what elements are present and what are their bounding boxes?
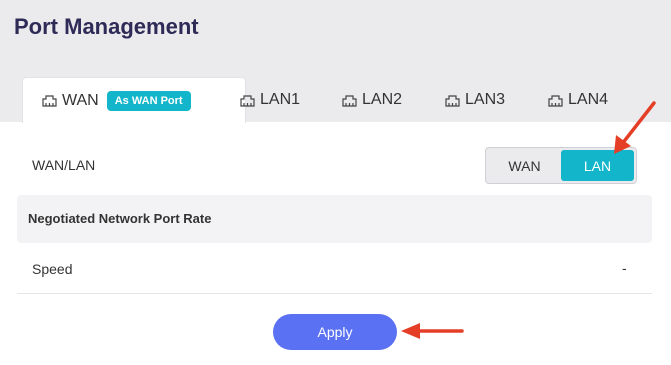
tab-label: LAN3	[465, 91, 506, 108]
tab-label: WAN	[62, 91, 99, 109]
apply-button[interactable]: Apply	[273, 314, 397, 350]
speed-label: Speed	[32, 261, 73, 277]
rate-section-title: Negotiated Network Port Rate	[28, 211, 212, 226]
ethernet-port-icon	[42, 95, 57, 107]
tab-label: LAN4	[568, 91, 609, 108]
wan-port-badge: As WAN Port	[106, 90, 191, 111]
tab-lan2[interactable]: LAN2	[342, 78, 402, 122]
page-title: Port Management	[14, 14, 199, 39]
ethernet-port-icon	[548, 94, 563, 107]
ethernet-port-icon	[342, 94, 357, 107]
wan-option[interactable]: WAN	[488, 150, 561, 181]
annotation-arrow-icon	[401, 323, 464, 339]
tab-lan3[interactable]: LAN3	[445, 78, 505, 122]
ethernet-port-icon	[445, 94, 460, 107]
tab-lan1[interactable]: LAN1	[240, 78, 300, 122]
tab-label: LAN1	[260, 91, 301, 108]
tab-lan4[interactable]: LAN4	[548, 78, 608, 122]
tab-label: LAN2	[362, 91, 403, 108]
port-mode-label: WAN/LAN	[32, 157, 96, 173]
annotation-arrow-icon	[614, 101, 656, 154]
ethernet-port-icon	[240, 94, 255, 107]
divider	[17, 293, 652, 294]
tab-wan[interactable]: WAN As WAN Port	[22, 77, 246, 123]
port-tabs: WAN As WAN Port LAN1 LAN2 LAN3 LAN4	[0, 77, 671, 123]
speed-value: -	[622, 260, 627, 276]
